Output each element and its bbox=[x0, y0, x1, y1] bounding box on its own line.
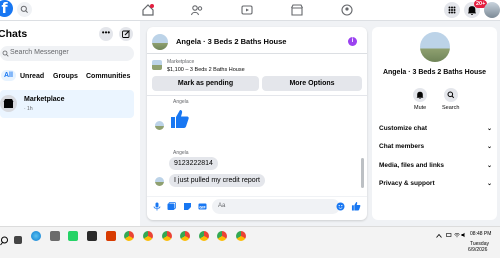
chevron-down-icon: ⌄ bbox=[486, 163, 492, 169]
search-placeholder: Search Messenger bbox=[10, 49, 69, 56]
search-icon bbox=[20, 5, 28, 13]
filter-all[interactable]: All bbox=[1, 70, 16, 81]
battery-icon[interactable] bbox=[446, 232, 452, 238]
task-view-icon[interactable] bbox=[14, 236, 22, 244]
menu-media-files-links[interactable]: Media, files and links ⌄ bbox=[379, 162, 492, 169]
message-placeholder: Aa bbox=[218, 203, 226, 209]
chrome-icon[interactable] bbox=[217, 231, 227, 241]
filter-communities[interactable]: Communities bbox=[86, 73, 130, 80]
divider bbox=[147, 95, 367, 96]
message-bubble[interactable]: I just pulled my credit report bbox=[169, 174, 265, 187]
search-icon bbox=[2, 50, 9, 57]
search-icon[interactable] bbox=[0, 236, 9, 246]
search-conversation-button[interactable] bbox=[444, 88, 458, 102]
mark-as-pending-button[interactable]: Mark as pending bbox=[152, 76, 259, 91]
clock-date[interactable]: 6/9/2026 bbox=[468, 247, 487, 253]
whatsapp-icon[interactable] bbox=[68, 231, 78, 241]
menu-button[interactable] bbox=[444, 2, 460, 18]
search-icon bbox=[447, 91, 455, 99]
thumbs-up-icon bbox=[171, 110, 189, 128]
ellipsis-icon: ••• bbox=[101, 28, 111, 37]
conversation-avatar[interactable] bbox=[420, 32, 450, 62]
svg-text:GIF: GIF bbox=[199, 205, 206, 209]
clock-time[interactable]: 08:48 PM bbox=[470, 231, 491, 237]
chat-title[interactable]: Angela · 3 Beds 2 Baths House bbox=[176, 37, 286, 46]
marketplace-label: Marketplace bbox=[167, 59, 195, 65]
sender-avatar bbox=[155, 177, 164, 186]
menu-customize-chat[interactable]: Customize chat ⌄ bbox=[379, 125, 492, 132]
send-like-icon[interactable] bbox=[351, 201, 361, 211]
marketplace-icon bbox=[3, 99, 14, 108]
sticker-icon[interactable] bbox=[183, 202, 192, 211]
listing-thumbnail[interactable] bbox=[152, 60, 162, 70]
chats-title: Chats bbox=[0, 28, 28, 40]
divider bbox=[147, 53, 367, 54]
more-options-button[interactable]: ••• bbox=[99, 27, 113, 41]
chat-scrollbar[interactable] bbox=[361, 158, 364, 188]
marketplace-icon[interactable] bbox=[290, 3, 304, 17]
menu-label: Customize chat bbox=[379, 125, 428, 132]
chrome-icon[interactable] bbox=[162, 231, 172, 241]
conversation-title: Angela · 3 Beds 2 Baths House bbox=[382, 69, 487, 76]
home-icon[interactable] bbox=[141, 3, 155, 17]
conversation-item-marketplace[interactable] bbox=[0, 90, 134, 118]
info-icon[interactable]: i bbox=[348, 37, 357, 46]
emoji-icon[interactable] bbox=[336, 202, 345, 211]
divider bbox=[147, 196, 367, 197]
friends-icon[interactable] bbox=[190, 3, 204, 17]
chrome-icon[interactable] bbox=[236, 231, 246, 241]
listing-title[interactable]: $1,100 – 3 Beds 2 Baths House bbox=[167, 67, 245, 73]
marketplace-avatar bbox=[0, 95, 17, 112]
sender-name: Angela bbox=[173, 99, 189, 105]
volume-icon[interactable] bbox=[461, 232, 467, 238]
app-icon[interactable] bbox=[50, 231, 60, 241]
more-options-button[interactable]: More Options bbox=[262, 76, 362, 91]
chrome-icon[interactable] bbox=[180, 231, 190, 241]
filter-unread[interactable]: Unread bbox=[20, 73, 44, 80]
gif-icon[interactable]: GIF bbox=[198, 202, 207, 211]
app-icon[interactable] bbox=[106, 231, 116, 241]
chat-avatar[interactable] bbox=[152, 34, 168, 50]
chrome-icon[interactable] bbox=[143, 231, 153, 241]
groups-icon[interactable] bbox=[340, 3, 354, 17]
messenger-search-input[interactable]: Search Messenger bbox=[0, 46, 134, 61]
account-avatar[interactable] bbox=[484, 2, 500, 18]
search-button[interactable] bbox=[17, 2, 32, 17]
mute-button[interactable] bbox=[413, 88, 427, 102]
bell-icon bbox=[416, 91, 424, 99]
image-icon[interactable] bbox=[167, 202, 176, 211]
message-input[interactable]: Aa bbox=[212, 199, 340, 214]
filter-groups[interactable]: Groups bbox=[53, 73, 78, 80]
sender-avatar bbox=[155, 121, 164, 130]
chevron-up-icon[interactable] bbox=[436, 233, 442, 238]
grid-menu-icon bbox=[448, 6, 456, 14]
conversation-time: · 1h bbox=[24, 106, 33, 112]
menu-label: Chat members bbox=[379, 143, 425, 150]
menu-label: Media, files and links bbox=[379, 162, 445, 169]
watch-icon[interactable] bbox=[240, 3, 254, 17]
compose-icon bbox=[122, 30, 130, 38]
new-message-button[interactable] bbox=[119, 27, 133, 41]
menu-chat-members[interactable]: Chat members ⌄ bbox=[379, 143, 492, 150]
sender-name: Angela bbox=[173, 150, 189, 156]
wifi-icon[interactable] bbox=[454, 232, 460, 238]
search-label: Search bbox=[442, 105, 460, 111]
conversation-name: Marketplace bbox=[24, 96, 65, 103]
mute-label: Mute bbox=[414, 105, 427, 111]
chevron-down-icon: ⌄ bbox=[486, 181, 492, 187]
microphone-icon[interactable] bbox=[153, 202, 161, 211]
chrome-icon[interactable] bbox=[199, 231, 209, 241]
chevron-down-icon: ⌄ bbox=[486, 144, 492, 150]
app-icon[interactable] bbox=[87, 231, 97, 241]
message-bubble[interactable]: 9123222814 bbox=[169, 157, 218, 170]
edge-browser-icon[interactable] bbox=[31, 231, 41, 241]
menu-label: Privacy & support bbox=[379, 180, 435, 187]
chevron-down-icon: ⌄ bbox=[486, 126, 492, 132]
chrome-icon[interactable] bbox=[124, 231, 134, 241]
menu-privacy-support[interactable]: Privacy & support ⌄ bbox=[379, 180, 492, 187]
